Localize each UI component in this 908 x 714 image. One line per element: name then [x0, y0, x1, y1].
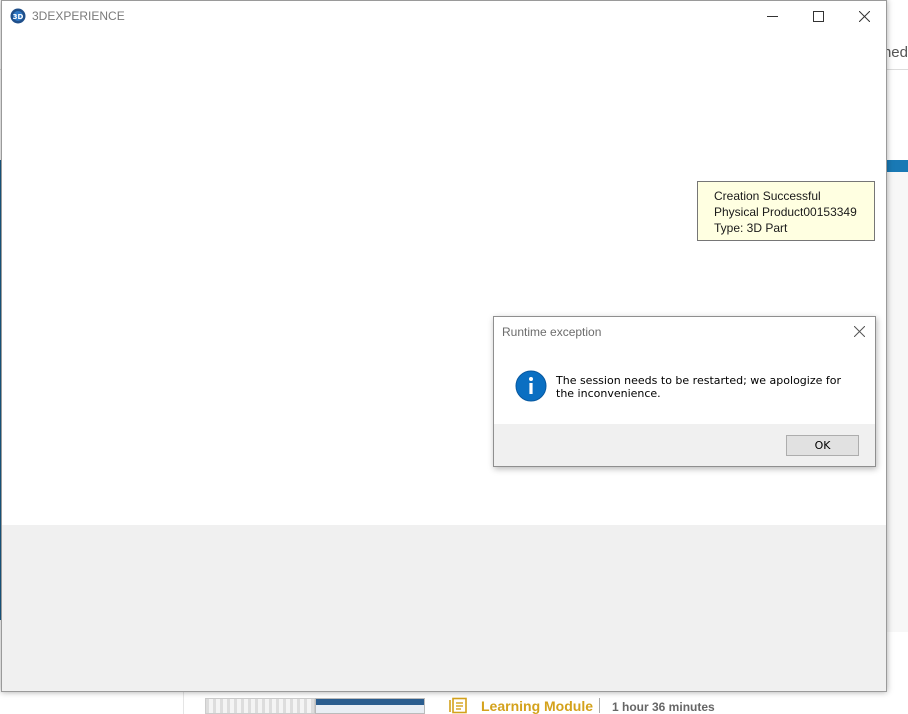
dialog-message: The session needs to be restarted; we ap…	[556, 374, 841, 400]
tooltip-product-name: Physical Product00153349	[714, 205, 857, 219]
close-button[interactable]	[841, 1, 887, 31]
module-separator	[599, 698, 600, 713]
tooltip-status: Creation Successful	[714, 189, 821, 203]
ok-button[interactable]: OK	[786, 435, 859, 456]
tooltip-type: Type: 3D Part	[714, 221, 788, 235]
maximize-icon	[812, 10, 824, 22]
3dexperience-compass-icon: 3D	[10, 8, 26, 24]
minimize-icon	[766, 15, 778, 17]
minimize-button[interactable]	[749, 1, 795, 31]
learning-module-icon	[448, 697, 468, 714]
background-right-panel	[886, 172, 908, 632]
close-icon	[858, 10, 870, 22]
creation-success-tooltip: Creation Successful Physical Product0015…	[697, 181, 875, 241]
app-bottom-panel	[2, 525, 886, 691]
dialog-close-button[interactable]	[846, 320, 872, 342]
close-icon	[853, 325, 865, 337]
svg-text:3D: 3D	[13, 13, 24, 21]
module-thumbnail[interactable]	[205, 698, 315, 714]
runtime-exception-dialog: Runtime exception The session needs to b…	[493, 316, 876, 467]
title-bar[interactable]: 3D 3DEXPERIENCE	[2, 1, 886, 31]
module-thumbnail-2[interactable]	[315, 698, 425, 714]
dialog-footer: OK	[494, 424, 875, 466]
dialog-title: Runtime exception	[502, 325, 602, 339]
maximize-button[interactable]	[795, 1, 841, 31]
learning-module-title[interactable]: Learning Module	[481, 698, 593, 714]
window-title: 3DEXPERIENCE	[32, 9, 125, 23]
info-icon	[515, 370, 547, 402]
learning-module-duration: 1 hour 36 minutes	[612, 700, 715, 714]
